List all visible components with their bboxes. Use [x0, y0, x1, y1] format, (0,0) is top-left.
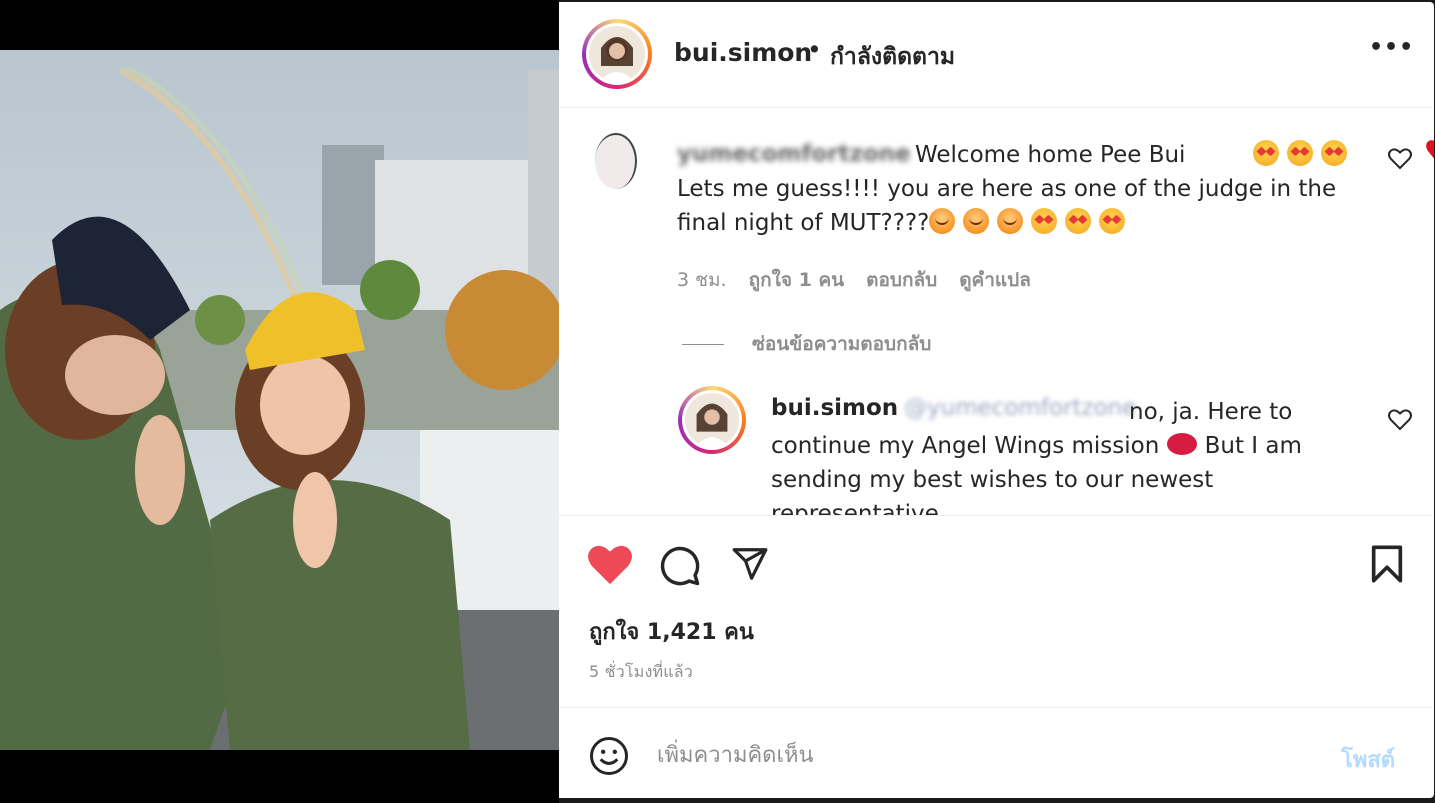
red-heart-emoji [1219, 136, 1434, 170]
comment-like-icon[interactable] [1388, 148, 1412, 170]
comment-icon[interactable] [659, 545, 701, 587]
following-status[interactable]: กำลังติดตาม [830, 39, 955, 75]
hide-replies-button[interactable]: ซ่อนข้อความตอบกลับ [682, 329, 931, 359]
likes-count[interactable]: ถูกใจ 1,421 คน [589, 614, 754, 649]
smiling-hearts-emoji [963, 208, 990, 234]
translate-button[interactable]: ดูคำแปล [959, 265, 1031, 295]
post-header: bui.simon • กำลังติดตาม ••• [559, 2, 1434, 108]
author-username[interactable]: bui.simon [674, 38, 812, 67]
post-comment-button[interactable]: โพสต์ [1341, 742, 1395, 777]
post-viewer: bui.simon • กำลังติดตาม ••• yumecomfortz… [0, 0, 1435, 803]
save-bookmark-icon[interactable] [1369, 544, 1405, 584]
smiling-hearts-emoji [929, 208, 956, 234]
reply-button[interactable]: ตอบกลับ [866, 265, 937, 295]
post-photo[interactable] [0, 50, 559, 750]
red-heart-emoji [1185, 136, 1434, 170]
post-details-panel: bui.simon • กำลังติดตาม ••• yumecomfortz… [559, 2, 1434, 798]
more-options-icon[interactable]: ••• [1369, 35, 1414, 60]
reply-like-icon[interactable] [1388, 409, 1412, 431]
heart-eyes-emoji [1031, 208, 1058, 234]
comments-section: yumecomfortzone Welcome home Pee Bui Let… [559, 109, 1434, 515]
photo-panel [0, 0, 559, 803]
separator-dot: • [807, 35, 822, 64]
comment-text-line1: Welcome home Pee Bui [915, 142, 1186, 168]
author-avatar[interactable] [582, 19, 652, 89]
comment-time: 3 ชม. [677, 269, 727, 291]
lips-emoji [1166, 433, 1197, 455]
heart-eyes-emoji [1065, 208, 1092, 234]
comment-input[interactable] [657, 736, 1317, 774]
reply-author-avatar[interactable] [678, 386, 746, 454]
commenter-avatar[interactable] [595, 133, 637, 189]
comment-likes[interactable]: ถูกใจ 1 คน [749, 265, 845, 295]
hide-replies-label: ซ่อนข้อความตอบกลับ [752, 333, 932, 355]
heart-eyes-emoji [1099, 208, 1126, 234]
add-comment-bar: โพสต์ [559, 707, 1434, 798]
liked-heart-icon[interactable] [587, 544, 633, 586]
post-actions: ถูกใจ 1,421 คน 5 ชั่วโมงที่แล้ว [559, 515, 1434, 707]
replies-divider [682, 343, 724, 345]
reply-text: no, ja. Here to continue my Angel Wings … [771, 395, 1371, 515]
share-icon[interactable] [730, 545, 770, 583]
post-timestamp[interactable]: 5 ชั่วโมงที่แล้ว [589, 660, 693, 685]
comment-text: Welcome home Pee Bui Lets me guess!!!! y… [677, 136, 1434, 240]
smiling-hearts-emoji [997, 208, 1024, 234]
emoji-picker-icon[interactable] [589, 736, 629, 776]
comment-meta: 3 ชม. ถูกใจ 1 คน ตอบกลับ ดูคำแปล [677, 265, 1031, 295]
